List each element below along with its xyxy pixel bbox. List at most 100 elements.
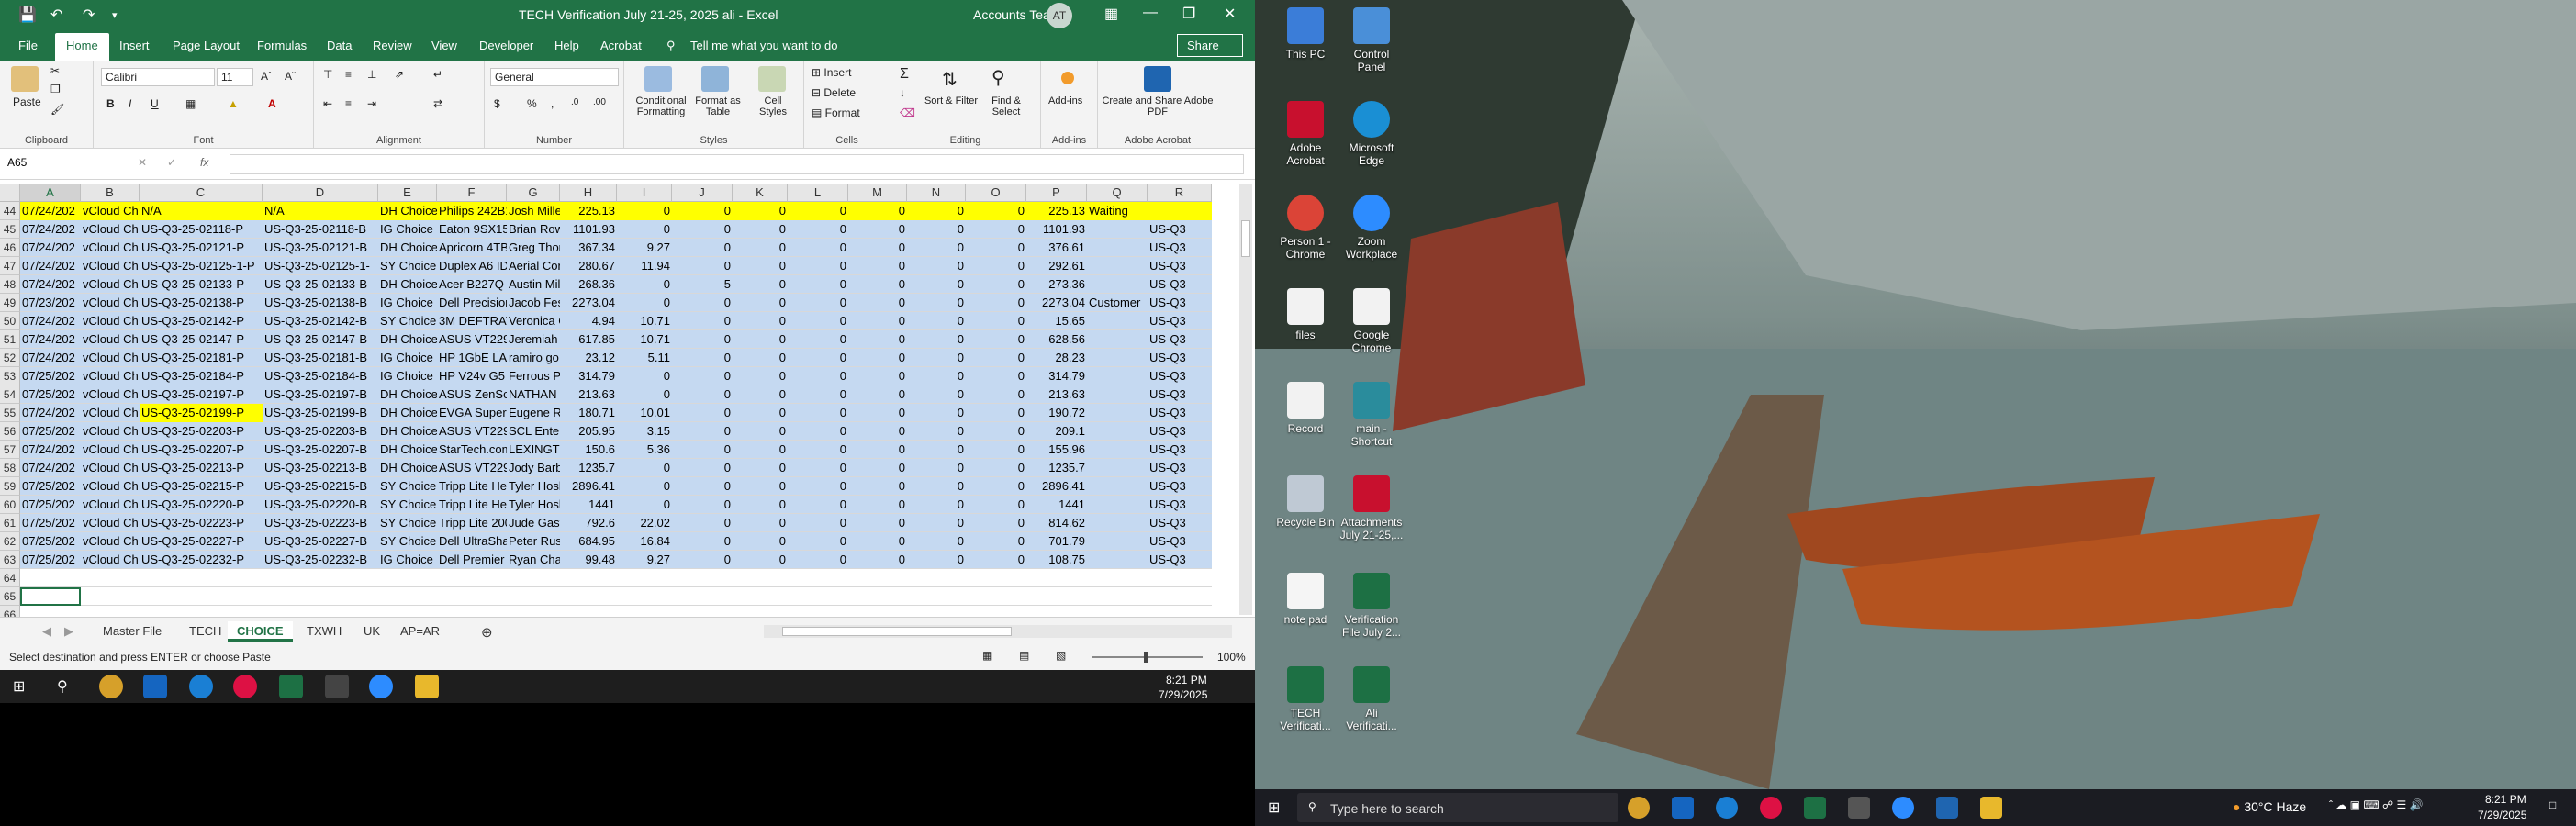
- bold-icon[interactable]: B: [106, 97, 115, 110]
- table-cell[interactable]: US-Q3-25-02138-B: [263, 294, 378, 312]
- table-cell[interactable]: 0: [672, 551, 733, 569]
- table-cell[interactable]: 07/25/202: [20, 496, 81, 514]
- column-header[interactable]: C: [140, 184, 263, 202]
- table-cell[interactable]: vCloud Ch: [81, 496, 140, 514]
- windows-start-icon[interactable]: ⊞: [1268, 798, 1280, 817]
- table-cell[interactable]: 0: [733, 514, 788, 532]
- table-cell[interactable]: 0: [617, 220, 672, 239]
- table-cell[interactable]: 9.27: [617, 551, 672, 569]
- table-cell[interactable]: 0: [907, 532, 966, 551]
- table-cell[interactable]: 0: [788, 367, 848, 385]
- table-cell[interactable]: 0: [733, 459, 788, 477]
- sheet-tab-uk[interactable]: UK: [354, 621, 389, 642]
- zoom-level[interactable]: 100%: [1217, 651, 1246, 664]
- table-cell[interactable]: 0: [617, 202, 672, 220]
- table-cell[interactable]: US-Q3-25-02197-B: [263, 385, 378, 404]
- table-cell[interactable]: 0: [617, 275, 672, 294]
- percent-icon[interactable]: %: [527, 97, 537, 110]
- table-cell[interactable]: 0: [907, 367, 966, 385]
- excel-icon[interactable]: [1804, 797, 1826, 819]
- table-cell[interactable]: 0: [733, 385, 788, 404]
- table-cell[interactable]: Jeremiah: [507, 330, 560, 349]
- table-cell[interactable]: IG Choice: [378, 220, 437, 239]
- desktop-icon-edge[interactable]: Microsoft Edge: [1339, 101, 1404, 167]
- column-header[interactable]: J: [672, 184, 733, 202]
- desktop-icon-files[interactable]: files: [1273, 288, 1338, 341]
- table-cell[interactable]: 0: [733, 294, 788, 312]
- edge-icon[interactable]: [189, 675, 213, 698]
- table-cell[interactable]: Ferrous Pr: [507, 367, 560, 385]
- table-cell[interactable]: 0: [966, 312, 1026, 330]
- page-break-view-icon[interactable]: ▧: [1056, 649, 1066, 662]
- table-cell[interactable]: DH Choice: [378, 239, 437, 257]
- paste-button[interactable]: Paste: [13, 95, 41, 108]
- add-sheet-icon[interactable]: ⊕: [472, 621, 502, 642]
- column-header[interactable]: I: [617, 184, 672, 202]
- tab-data[interactable]: Data: [327, 39, 352, 52]
- table-cell[interactable]: DH Choice: [378, 385, 437, 404]
- table-cell[interactable]: [1087, 459, 1148, 477]
- desktop-icon-attachments[interactable]: Attachments July 21-25,...: [1339, 475, 1404, 541]
- zoom-slider-thumb[interactable]: [1144, 652, 1148, 663]
- table-cell[interactable]: 07/25/202: [20, 514, 81, 532]
- table-cell[interactable]: Tripp Lite Heavy-Du: [437, 496, 507, 514]
- table-cell[interactable]: US-Q3-25-02138-P: [140, 294, 263, 312]
- table-cell[interactable]: 0: [788, 312, 848, 330]
- table-cell[interactable]: vCloud Ch: [81, 349, 140, 367]
- table-cell[interactable]: 07/24/202: [20, 239, 81, 257]
- table-cell[interactable]: [1087, 367, 1148, 385]
- table-cell[interactable]: 0: [848, 551, 907, 569]
- table-cell[interactable]: LEXINGTO: [507, 441, 560, 459]
- table-cell[interactable]: US-Q3-25-02147-B: [263, 330, 378, 349]
- table-cell[interactable]: 1101.93: [1026, 220, 1087, 239]
- table-cell[interactable]: 0: [966, 239, 1026, 257]
- table-cell[interactable]: US-Q3: [1148, 514, 1212, 532]
- zoom-icon[interactable]: [369, 675, 393, 698]
- sheet-tab-master-file[interactable]: Master File: [94, 621, 171, 642]
- table-cell[interactable]: SY Choice: [378, 496, 437, 514]
- table-cell[interactable]: 0: [966, 294, 1026, 312]
- table-cell[interactable]: 0: [733, 367, 788, 385]
- table-cell[interactable]: Tyler Hosk: [507, 477, 560, 496]
- table-cell[interactable]: SY Choice: [378, 477, 437, 496]
- table-cell[interactable]: 3M DEFTRAY Dry Era: [437, 312, 507, 330]
- merge-center-icon[interactable]: ⇄: [433, 97, 442, 110]
- table-cell[interactable]: 3.15: [617, 422, 672, 441]
- shrink-font-icon[interactable]: Aˇ: [285, 70, 296, 83]
- table-cell[interactable]: Eaton 9SX1500 1500: [437, 220, 507, 239]
- format-as-table-button[interactable]: Format as Table: [690, 95, 745, 117]
- table-cell[interactable]: 0: [788, 202, 848, 220]
- close-icon[interactable]: ✕: [1224, 5, 1236, 23]
- table-cell[interactable]: [1087, 239, 1148, 257]
- table-cell[interactable]: US-Q3-25-02184-P: [140, 367, 263, 385]
- table-cell[interactable]: US-Q3: [1148, 275, 1212, 294]
- table-cell[interactable]: [1087, 330, 1148, 349]
- table-cell[interactable]: 0: [907, 441, 966, 459]
- table-cell[interactable]: 0: [848, 514, 907, 532]
- table-cell[interactable]: vCloud Ch: [81, 257, 140, 275]
- table-cell[interactable]: Brian Row: [507, 220, 560, 239]
- table-cell[interactable]: 07/23/202: [20, 294, 81, 312]
- font-color-icon[interactable]: A: [268, 97, 276, 110]
- tab-formulas[interactable]: Formulas: [257, 39, 307, 52]
- table-cell[interactable]: 0: [733, 496, 788, 514]
- align-top-icon[interactable]: ⊤: [323, 68, 332, 81]
- table-cell[interactable]: HP V24v G5 FreeSyn: [437, 367, 507, 385]
- table-cell[interactable]: Jody Barb: [507, 459, 560, 477]
- table-cell[interactable]: 0: [788, 239, 848, 257]
- table-cell[interactable]: 0: [788, 257, 848, 275]
- table-cell[interactable]: vCloud Ch: [81, 459, 140, 477]
- chrome-profile-icon[interactable]: [1760, 797, 1782, 819]
- table-cell[interactable]: US-Q3-25-02142-P: [140, 312, 263, 330]
- table-cell[interactable]: IG Choice: [378, 349, 437, 367]
- table-cell[interactable]: ASUS VT229H 21.5" F: [437, 459, 507, 477]
- table-cell[interactable]: 0: [733, 422, 788, 441]
- table-cell[interactable]: 11.94: [617, 257, 672, 275]
- table-cell[interactable]: vCloud Ch: [81, 367, 140, 385]
- table-cell[interactable]: 0: [733, 330, 788, 349]
- row-header[interactable]: 55: [0, 404, 20, 422]
- table-cell[interactable]: 0: [788, 404, 848, 422]
- table-cell[interactable]: 28.23: [1026, 349, 1087, 367]
- table-cell[interactable]: 0: [848, 220, 907, 239]
- table-cell[interactable]: 1235.7: [560, 459, 617, 477]
